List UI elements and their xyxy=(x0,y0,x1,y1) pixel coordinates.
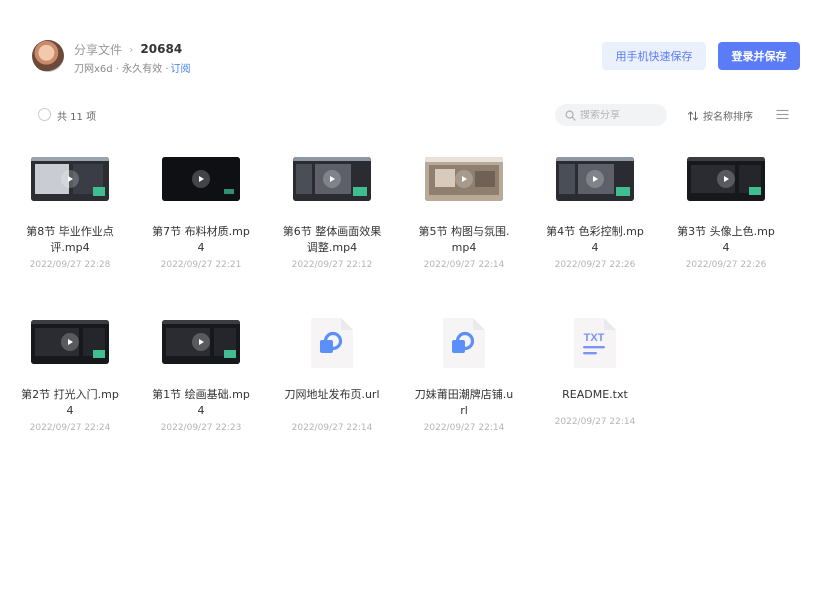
toolbar: 共 11 项 按名称排序 xyxy=(0,100,821,130)
search-box[interactable] xyxy=(555,104,667,126)
play-icon xyxy=(61,170,79,188)
play-icon xyxy=(61,333,79,351)
share-meta: 刀网x6d · 永久有效 · xyxy=(74,64,169,75)
video-thumbnail xyxy=(425,157,503,201)
breadcrumb: 分享文件 › 20684 xyxy=(74,40,182,58)
sort-icon xyxy=(688,111,698,120)
play-icon xyxy=(192,170,210,188)
video-thumbnail xyxy=(31,157,109,201)
file-item[interactable]: 第1节 绘画基础.mp4 2022/09/27 22:23 xyxy=(141,308,261,458)
file-item[interactable]: 第7节 布料材质.mp4 2022/09/27 22:21 xyxy=(141,145,261,295)
play-icon xyxy=(717,170,735,188)
play-icon xyxy=(192,333,210,351)
file-name: 刀网地址发布页.url xyxy=(284,388,380,401)
file-name: 第6节 整体画面效果调整.mp4 xyxy=(282,225,382,254)
subscribe-link[interactable]: 订阅 xyxy=(171,60,191,75)
sort-label: 按名称排序 xyxy=(703,112,753,123)
breadcrumb-root[interactable]: 分享文件 xyxy=(74,41,122,58)
file-date: 2022/09/27 22:26 xyxy=(685,260,767,270)
file-name: 第3节 头像上色.mp4 xyxy=(677,225,775,254)
file-date: 2022/09/27 22:26 xyxy=(554,260,636,270)
mobile-save-button[interactable]: 用手机快速保存 xyxy=(602,42,706,70)
txt-icon-label: TXT xyxy=(584,332,605,344)
file-item[interactable]: 第5节 构图与氛围.mp4 2022/09/27 22:14 xyxy=(404,145,524,295)
avatar[interactable] xyxy=(32,40,64,72)
file-date: 2022/09/27 22:14 xyxy=(554,417,636,427)
video-thumbnail xyxy=(293,157,371,201)
play-icon xyxy=(455,170,473,188)
video-thumbnail xyxy=(556,157,634,201)
file-item[interactable]: 第3节 头像上色.mp4 2022/09/27 22:26 xyxy=(666,145,786,295)
file-item[interactable]: 第8节 毕业作业点评.mp4 2022/09/27 22:28 xyxy=(10,145,130,295)
file-name: 第2节 打光入门.mp4 xyxy=(21,388,119,417)
file-date: 2022/09/27 22:28 xyxy=(29,260,111,270)
file-date: 2022/09/27 22:24 xyxy=(29,423,111,433)
file-name: 第5节 构图与氛围.mp4 xyxy=(418,225,510,254)
select-all-checkbox[interactable] xyxy=(38,108,51,121)
list-view-icon[interactable] xyxy=(776,109,789,120)
link-file-icon xyxy=(441,316,487,370)
file-date: 2022/09/27 22:23 xyxy=(160,423,242,433)
file-item[interactable]: 刀妹莆田潮牌店铺.url 2022/09/27 22:14 xyxy=(404,308,524,458)
share-info: 刀网x6d · 永久有效 · 订阅 xyxy=(74,60,191,75)
video-thumbnail xyxy=(162,320,240,364)
login-save-button[interactable]: 登录并保存 xyxy=(718,42,800,70)
file-item[interactable]: 第4节 色彩控制.mp4 2022/09/27 22:26 xyxy=(535,145,655,295)
file-date: 2022/09/27 22:14 xyxy=(291,423,373,433)
link-file-icon xyxy=(309,316,355,370)
page-header: 分享文件 › 20684 刀网x6d · 永久有效 · 订阅 用手机快速保存 登… xyxy=(0,0,821,90)
video-thumbnail xyxy=(687,157,765,201)
video-thumbnail xyxy=(162,157,240,201)
breadcrumb-separator: › xyxy=(129,42,134,56)
file-name: 第7节 布料材质.mp4 xyxy=(152,225,250,254)
item-count: 共 11 项 xyxy=(57,112,97,123)
file-name: README.txt xyxy=(562,388,628,401)
file-item[interactable]: 第2节 打光入门.mp4 2022/09/27 22:24 xyxy=(10,308,130,458)
sort-button[interactable]: 按名称排序 xyxy=(687,108,753,123)
file-name: 第1节 绘画基础.mp4 xyxy=(152,388,250,417)
file-item[interactable]: TXT README.txt 2022/09/27 22:14 xyxy=(535,308,655,458)
video-thumbnail xyxy=(31,320,109,364)
txt-file-icon: TXT xyxy=(572,316,618,370)
play-icon xyxy=(323,170,341,188)
file-date: 2022/09/27 22:21 xyxy=(160,260,242,270)
file-name: 第8节 毕业作业点评.mp4 xyxy=(26,225,114,254)
file-name: 刀妹莆田潮牌店铺.url xyxy=(414,388,514,417)
search-icon xyxy=(565,110,576,121)
file-date: 2022/09/27 22:14 xyxy=(423,260,505,270)
play-icon xyxy=(586,170,604,188)
breadcrumb-current: 20684 xyxy=(140,42,183,56)
file-date: 2022/09/27 22:14 xyxy=(423,423,505,433)
file-name: 第4节 色彩控制.mp4 xyxy=(546,225,644,254)
file-item[interactable]: 刀网地址发布页.url 2022/09/27 22:14 xyxy=(272,308,392,458)
search-input[interactable] xyxy=(580,109,660,121)
file-date: 2022/09/27 22:12 xyxy=(291,260,373,270)
file-item[interactable]: 第6节 整体画面效果调整.mp4 2022/09/27 22:12 xyxy=(272,145,392,295)
